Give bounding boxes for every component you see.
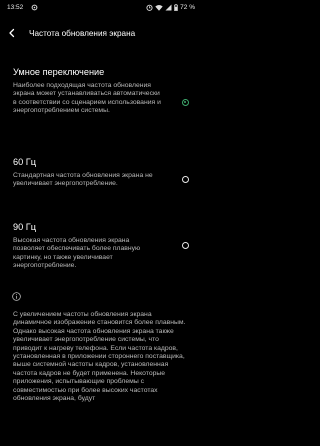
radio-90hz[interactable] — [182, 242, 189, 249]
back-button[interactable] — [4, 25, 20, 41]
app-header: Частота обновления экрана — [0, 20, 200, 48]
page-title: Частота обновления экрана — [29, 29, 136, 38]
option-description: Стандартная частота обновления экрана не… — [13, 172, 153, 188]
arrow-left-icon — [9, 28, 15, 38]
radio-60hz[interactable] — [182, 176, 189, 183]
option-title: 60 Гц — [13, 157, 37, 167]
status-time: 13:52 — [7, 4, 24, 11]
option-90hz[interactable]: 90 Гц Высокая частота обновления экрана … — [0, 219, 200, 281]
signal-icon — [165, 4, 172, 11]
option-title: 90 Гц — [13, 222, 37, 232]
option-description: Наиболее подходящая частота обновления э… — [13, 82, 161, 115]
alarm-icon — [146, 4, 153, 11]
option-description: Высокая частота обновления экрана позвол… — [13, 237, 141, 270]
radio-smart-switching[interactable] — [182, 99, 189, 106]
status-extra-icons — [31, 4, 45, 13]
option-title: Умное переключение — [13, 67, 105, 77]
info-icon — [12, 292, 21, 301]
option-60hz[interactable]: 60 Гц Стандартная частота обновления экр… — [0, 154, 200, 210]
battery-level: 72 % — [180, 4, 195, 11]
battery-icon — [174, 4, 179, 11]
status-right: 72 % — [146, 4, 195, 11]
gear-icon — [31, 4, 38, 10]
wifi-icon — [155, 5, 163, 11]
info-text: С увеличением частоты обновления экрана … — [13, 311, 186, 403]
status-bar: 13:52 72 % — [0, 0, 200, 16]
